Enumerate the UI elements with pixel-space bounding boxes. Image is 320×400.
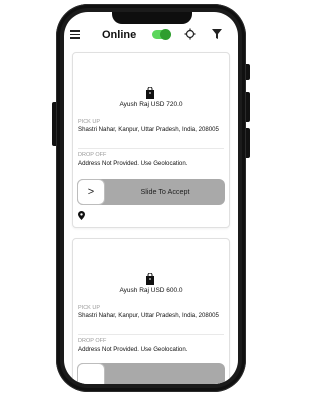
slide-to-accept-slider[interactable]: > Slide To Accept xyxy=(77,179,225,205)
menu-icon[interactable] xyxy=(70,30,80,40)
map-pin-icon[interactable] xyxy=(78,211,85,220)
crosshair-icon[interactable] xyxy=(184,28,196,40)
order-list: Ayush Raj USD 720.0 PICK UP Shastri Naha… xyxy=(72,52,230,384)
screen: Online Ayush Raj USD 720.0 PICK UP Shast… xyxy=(64,12,238,384)
page-title: Online xyxy=(102,29,137,41)
app-header: Online xyxy=(64,26,238,46)
slider-label: Slide To Accept xyxy=(140,187,190,196)
filter-icon[interactable] xyxy=(212,29,222,39)
notch xyxy=(112,12,192,24)
pickup-label: PICK UP xyxy=(78,305,101,311)
pickup-label: PICK UP xyxy=(78,119,101,125)
rider-summary: Ayush Raj USD 720.0 xyxy=(119,101,183,108)
dropoff-address: Address Not Provided. Use Geolocation. xyxy=(78,160,188,167)
phone-side-button xyxy=(246,64,250,80)
slide-to-accept-slider[interactable] xyxy=(77,363,225,384)
shopping-bag-icon xyxy=(146,87,154,99)
rider-summary: Ayush Raj USD 600.0 xyxy=(119,287,183,294)
toggle-knob xyxy=(160,29,171,40)
order-card[interactable]: Ayush Raj USD 600.0 PICK UP Shastri Naha… xyxy=(72,238,230,384)
pickup-address: Shastri Nahar, Kanpur, Uttar Pradesh, In… xyxy=(78,126,219,133)
phone-volume-up xyxy=(246,92,250,122)
pickup-address: Shastri Nahar, Kanpur, Uttar Pradesh, In… xyxy=(78,312,219,319)
shopping-bag-icon xyxy=(146,273,154,285)
phone-volume-down xyxy=(246,128,250,158)
order-card[interactable]: Ayush Raj USD 720.0 PICK UP Shastri Naha… xyxy=(72,52,230,228)
divider xyxy=(78,334,224,335)
dropoff-label: DROP OFF xyxy=(78,152,107,158)
dropoff-address: Address Not Provided. Use Geolocation. xyxy=(78,346,188,353)
dropoff-label: DROP OFF xyxy=(78,338,107,344)
online-toggle[interactable] xyxy=(152,29,171,40)
divider xyxy=(78,148,224,149)
slider-handle[interactable]: > xyxy=(77,179,105,205)
slider-handle[interactable] xyxy=(77,363,105,384)
phone-side-button xyxy=(52,102,56,146)
